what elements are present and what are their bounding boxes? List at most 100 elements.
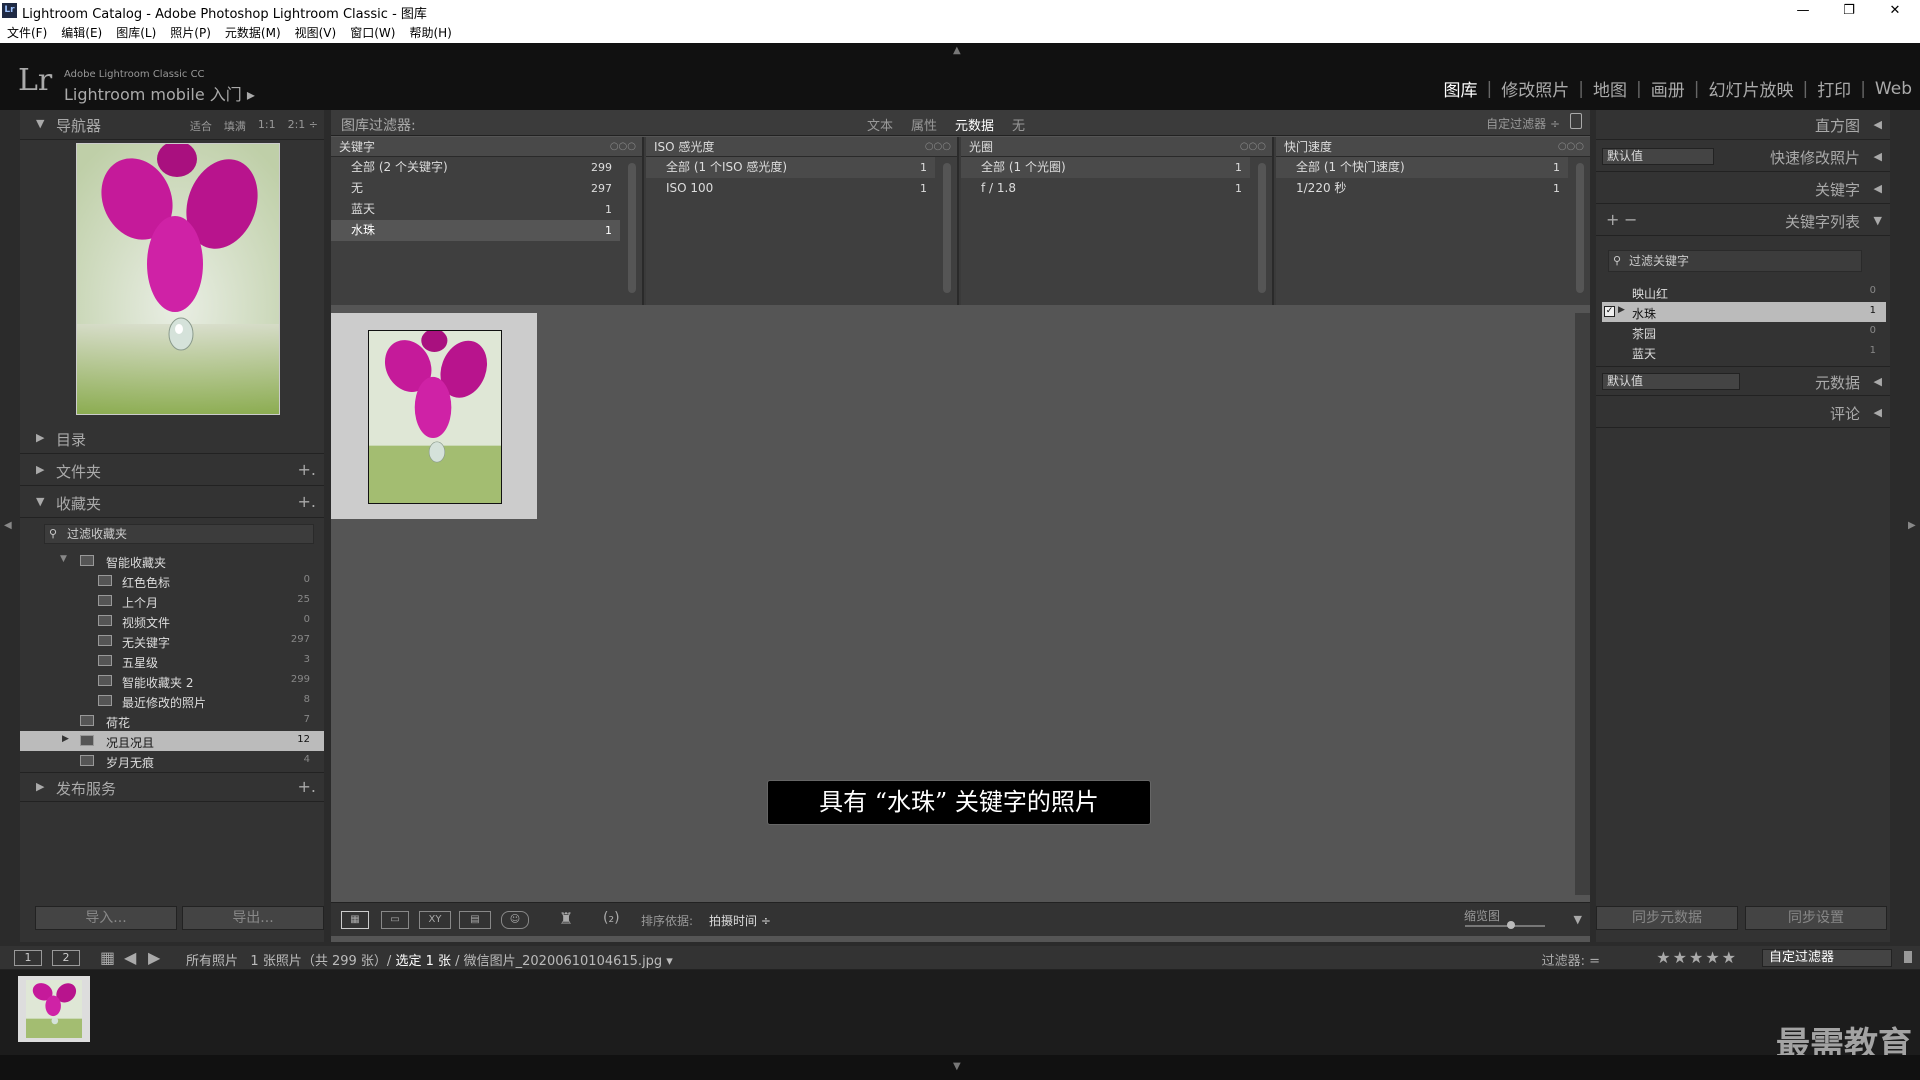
menu-edit[interactable]: 编辑(E) <box>61 24 102 41</box>
publish-services-header[interactable]: ▶ 发布服务 +. <box>20 772 324 802</box>
filmstrip-thumbnail[interactable] <box>18 976 90 1042</box>
collection-filter-input[interactable]: ⚲ 过滤收藏夹 <box>44 524 314 544</box>
metadata-row[interactable]: 蓝天 1 <box>331 199 620 220</box>
forward-arrow-icon[interactable]: ▶ <box>148 948 160 967</box>
collection-row[interactable]: 上个月 25 <box>20 591 324 611</box>
collection-row[interactable]: 无关键字 297 <box>20 631 324 651</box>
menu-help[interactable]: 帮助(H) <box>409 24 451 41</box>
collections-header[interactable]: ▼ 收藏夹 +. <box>20 488 324 518</box>
metadata-row-selected[interactable]: 全部 (1 个ISO 感光度) 1 <box>646 157 935 178</box>
lock-icon[interactable] <box>1570 113 1582 129</box>
module-book[interactable]: 画册 <box>1651 76 1685 101</box>
grid-icon[interactable]: ▦ <box>100 948 115 967</box>
scrollbar[interactable] <box>1258 163 1266 293</box>
menu-metadata[interactable]: 元数据(M) <box>225 24 281 41</box>
metadata-row[interactable]: 全部 (2 个关键字) 299 <box>331 157 620 178</box>
scrollbar[interactable] <box>628 163 636 293</box>
metadata-row[interactable]: 无 297 <box>331 178 620 199</box>
nav-fill-option[interactable]: 填满 <box>224 118 246 134</box>
grid-view-icon[interactable]: ▦ <box>341 911 369 929</box>
column-header[interactable]: ISO 感光度 <box>646 137 957 157</box>
menu-library[interactable]: 图库(L) <box>116 24 156 41</box>
column-options-icon[interactable]: ○○○ <box>1240 137 1266 157</box>
module-slideshow[interactable]: 幻灯片放映 <box>1708 76 1793 101</box>
survey-view-icon[interactable]: ▤ <box>459 911 491 929</box>
loupe-view-icon[interactable]: ▭ <box>381 911 409 929</box>
keyword-row[interactable]: 蓝天 1 <box>1602 342 1886 362</box>
collection-row[interactable]: 五星级 3 <box>20 651 324 671</box>
people-view-icon[interactable]: ☺ <box>501 911 529 929</box>
comments-header[interactable]: 评论 ◀ <box>1596 398 1890 428</box>
secondary-display-button[interactable]: 2 <box>52 950 80 966</box>
export-button[interactable]: 导出... <box>182 906 324 930</box>
keyword-list-header[interactable]: + − 关键字列表 ▼ <box>1596 206 1890 236</box>
filmstrip-filter-select[interactable]: 自定过滤器 <box>1762 949 1892 967</box>
navigator-header[interactable]: ▼ 导航器 适合 填满 1:1 2:1 ÷ <box>20 110 324 140</box>
collection-row[interactable]: 智能收藏夹 2 299 <box>20 671 324 691</box>
menu-window[interactable]: 窗口(W) <box>350 24 395 41</box>
collection-row[interactable]: ▼ 智能收藏夹 <box>20 551 324 571</box>
grid-thumbnail[interactable] <box>368 329 502 504</box>
add-folder-button[interactable]: +. <box>298 460 317 479</box>
metadata-row-selected[interactable]: 全部 (1 个光圈) 1 <box>961 157 1250 178</box>
spray-can-icon[interactable]: ♜ <box>559 909 573 928</box>
collection-row[interactable]: 荷花 7 <box>20 711 324 731</box>
sort-dropdown[interactable]: 拍摄时间 ÷ <box>709 912 771 929</box>
column-header[interactable]: 快门速度 <box>1276 137 1590 157</box>
metadata-row[interactable]: f / 1.8 1 <box>961 178 1250 199</box>
keyword-filter-input[interactable]: ⚲ 过滤关键字 <box>1608 250 1862 272</box>
custom-filter-dropdown[interactable]: 自定过滤器 ÷ <box>1486 115 1560 132</box>
metadata-row-selected[interactable]: 全部 (1 个快门速度) 1 <box>1276 157 1568 178</box>
menu-file[interactable]: 文件(F) <box>7 24 47 41</box>
add-collection-button[interactable]: +. <box>298 492 317 511</box>
menu-photo[interactable]: 照片(P) <box>170 24 211 41</box>
column-options-icon[interactable]: ○○○ <box>1558 137 1584 157</box>
scrollbar[interactable] <box>1576 163 1584 293</box>
metadata-row[interactable]: ISO 100 1 <box>646 178 935 199</box>
column-options-icon[interactable]: ○○○ <box>925 137 951 157</box>
left-panel-toggle-icon[interactable]: ◀ <box>4 520 12 531</box>
keyword-row[interactable]: 映山红 0 <box>1602 282 1886 302</box>
folders-header[interactable]: ▶ 文件夹 +. <box>20 456 324 486</box>
filter-tab-none[interactable]: 无 <box>1012 115 1025 134</box>
add-keyword-button[interactable]: + <box>1606 210 1619 229</box>
module-print[interactable]: 打印 <box>1817 76 1851 101</box>
filter-tab-attribute[interactable]: 属性 <box>911 115 937 134</box>
close-button[interactable]: ✕ <box>1872 0 1918 22</box>
collection-row[interactable]: 岁月无痕 4 <box>20 751 324 771</box>
column-options-icon[interactable]: ○○○ <box>610 137 636 157</box>
sync-metadata-button[interactable]: 同步元数据 <box>1596 906 1738 930</box>
metadata-preset-select[interactable]: 默认值 <box>1602 373 1740 390</box>
collection-row-selected[interactable]: ▶ 况且况且 12 <box>20 731 324 751</box>
nav-fit-option[interactable]: 适合 <box>190 118 212 134</box>
column-header[interactable]: 光圈 <box>961 137 1272 157</box>
histogram-header[interactable]: 直方图 ◀ <box>1596 110 1890 140</box>
right-panel-toggle-icon[interactable]: ▶ <box>1908 520 1916 531</box>
module-web[interactable]: Web <box>1875 79 1912 99</box>
filter-lock-icon[interactable] <box>1904 951 1912 963</box>
catalog-header[interactable]: ▶ 目录 <box>20 424 324 454</box>
nav-1to1-option[interactable]: 1:1 <box>258 118 276 134</box>
add-publish-service-button[interactable]: +. <box>298 777 317 796</box>
sync-settings-button[interactable]: 同步设置 <box>1745 906 1887 930</box>
maximize-button[interactable]: ❐ <box>1826 0 1872 22</box>
grid-scrollbar[interactable] <box>1575 313 1590 895</box>
column-header[interactable]: 关键字 <box>331 137 642 157</box>
sort-direction-icon[interactable]: (₂) <box>603 910 620 926</box>
metadata-header[interactable]: 默认值 元数据 ◀ <box>1596 366 1890 396</box>
keyword-row-selected[interactable]: ✓ ▶ 水珠 1 <box>1602 302 1886 322</box>
lightroom-mobile-link[interactable]: Lightroom mobile 入门 ▸ <box>64 81 255 105</box>
nav-2to1-option[interactable]: 2:1 ÷ <box>288 118 318 134</box>
filter-tab-metadata[interactable]: 元数据 <box>955 115 994 134</box>
back-arrow-icon[interactable]: ◀ <box>124 948 136 967</box>
compare-view-icon[interactable]: XY <box>419 911 451 929</box>
module-develop[interactable]: 修改照片 <box>1501 76 1569 101</box>
collapse-top-icon[interactable]: ▲ <box>953 45 961 56</box>
metadata-row-selected[interactable]: 水珠 1 <box>331 220 620 241</box>
rating-filter-stars[interactable]: ★★★★★ <box>1656 948 1738 967</box>
quick-develop-header[interactable]: 默认值 快速修改照片 ◀ <box>1596 142 1890 172</box>
collection-row[interactable]: 视频文件 0 <box>20 611 324 631</box>
filmstrip-source[interactable]: 所有照片 1 张照片（共 299 张）/ 选定 1 张 / 微信图片_20200… <box>186 950 673 969</box>
collapse-bottom-icon[interactable]: ▼ <box>953 1061 961 1072</box>
menu-view[interactable]: 视图(V) <box>295 24 337 41</box>
